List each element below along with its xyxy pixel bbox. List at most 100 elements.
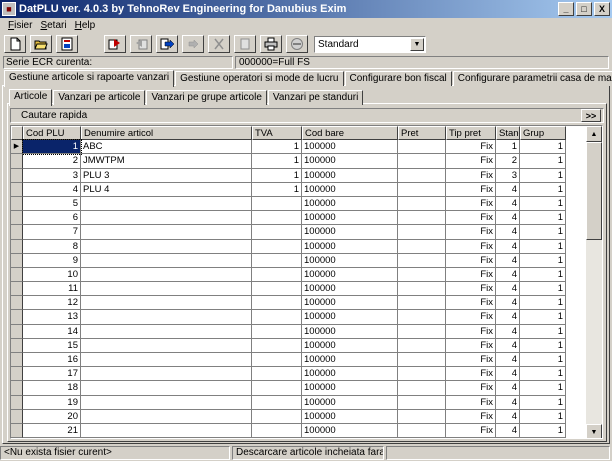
table-row[interactable]: 2 JMWTPM 1 100000 Fix 2 1 <box>11 154 588 169</box>
cell-tva[interactable] <box>252 324 302 339</box>
close-button[interactable]: X <box>594 2 610 16</box>
cell-pret[interactable] <box>398 196 446 212</box>
table-row[interactable]: 3 PLU 3 1 100000 Fix 3 1 <box>11 168 588 183</box>
cell-cod-bare[interactable]: 100000 <box>302 409 398 424</box>
cell-pret[interactable] <box>398 267 446 283</box>
cell-tva[interactable] <box>252 253 302 268</box>
cell-grup[interactable]: 1 <box>520 409 566 424</box>
cell-tip-pret[interactable]: Fix <box>446 423 496 438</box>
cell-stand[interactable]: 4 <box>496 353 520 368</box>
cell-grup[interactable]: 1 <box>520 381 566 396</box>
cell-denumire[interactable] <box>81 395 252 410</box>
cell-pret[interactable] <box>398 239 446 254</box>
cell-tip-pret[interactable]: Fix <box>446 253 496 268</box>
cell-stand[interactable]: 2 <box>496 154 520 169</box>
cell-tip-pret[interactable]: Fix <box>446 196 496 212</box>
col-header-stand[interactable]: Stand <box>496 126 520 141</box>
table-row[interactable]: 15 100000 Fix 4 1 <box>11 338 588 353</box>
row-selector[interactable] <box>11 423 23 438</box>
scroll-down-icon[interactable]: ▼ <box>586 424 602 438</box>
cell-tip-pret[interactable]: Fix <box>446 168 496 183</box>
mode-select[interactable]: Standard ▼ <box>314 35 426 53</box>
cell-cod-bare[interactable]: 100000 <box>302 338 398 353</box>
row-selector[interactable] <box>11 353 23 368</box>
app-icon[interactable]: ■ <box>2 2 16 16</box>
cell-pret[interactable] <box>398 338 446 353</box>
cell-tip-pret[interactable]: Fix <box>446 140 496 155</box>
expand-search-button[interactable]: >> <box>581 109 601 122</box>
cell-grup[interactable]: 1 <box>520 338 566 353</box>
cell-grup[interactable]: 1 <box>520 282 566 297</box>
scroll-thumb[interactable] <box>586 142 602 240</box>
row-selector[interactable] <box>11 154 23 169</box>
row-selector[interactable] <box>11 182 23 197</box>
cell-tva[interactable] <box>252 211 302 226</box>
cell-tip-pret[interactable]: Fix <box>446 324 496 339</box>
cell-cod-plu[interactable]: 5 <box>23 196 81 212</box>
cell-cod-bare[interactable]: 100000 <box>302 324 398 339</box>
cell-cod-bare[interactable]: 100000 <box>302 423 398 438</box>
upload-articles-button[interactable] <box>130 35 152 53</box>
cell-pret[interactable] <box>398 225 446 240</box>
cell-pret[interactable] <box>398 296 446 311</box>
cell-tva[interactable]: 1 <box>252 168 302 183</box>
row-selector[interactable] <box>11 310 23 325</box>
cell-tip-pret[interactable]: Fix <box>446 409 496 424</box>
cell-pret[interactable] <box>398 395 446 410</box>
cell-grup[interactable]: 1 <box>520 310 566 325</box>
cell-tva[interactable]: 1 <box>252 182 302 197</box>
cell-pret[interactable] <box>398 154 446 169</box>
table-row[interactable]: 18 100000 Fix 4 1 <box>11 381 588 396</box>
cell-cod-bare[interactable]: 100000 <box>302 140 398 155</box>
cell-stand[interactable]: 4 <box>496 211 520 226</box>
cell-pret[interactable] <box>398 324 446 339</box>
row-selector[interactable] <box>11 196 23 212</box>
cell-cod-bare[interactable]: 100000 <box>302 211 398 226</box>
cell-tip-pret[interactable]: Fix <box>446 239 496 254</box>
cell-denumire[interactable] <box>81 239 252 254</box>
cell-stand[interactable]: 4 <box>496 395 520 410</box>
cell-cod-bare[interactable]: 100000 <box>302 267 398 283</box>
cell-cod-plu[interactable]: 9 <box>23 253 81 268</box>
table-row[interactable]: 5 100000 Fix 4 1 <box>11 196 588 212</box>
tab-configurare-bon[interactable]: Configurare bon fiscal <box>344 71 452 86</box>
cell-tva[interactable] <box>252 310 302 325</box>
cell-cod-plu[interactable]: 15 <box>23 338 81 353</box>
cell-tip-pret[interactable]: Fix <box>446 395 496 410</box>
col-header-tva[interactable]: TVA <box>252 126 302 141</box>
cell-stand[interactable]: 4 <box>496 253 520 268</box>
cell-grup[interactable]: 1 <box>520 239 566 254</box>
cell-cod-bare[interactable]: 100000 <box>302 367 398 382</box>
table-row[interactable]: 11 100000 Fix 4 1 <box>11 282 588 297</box>
table-row[interactable]: 14 100000 Fix 4 1 <box>11 324 588 339</box>
cell-denumire[interactable] <box>81 310 252 325</box>
cell-tip-pret[interactable]: Fix <box>446 310 496 325</box>
cell-tva[interactable] <box>252 239 302 254</box>
cell-pret[interactable] <box>398 253 446 268</box>
cell-tva[interactable] <box>252 395 302 410</box>
row-selector[interactable] <box>11 211 23 226</box>
table-row[interactable]: 20 100000 Fix 4 1 <box>11 409 588 424</box>
cell-cod-plu[interactable]: 3 <box>23 168 81 183</box>
cell-stand[interactable]: 4 <box>496 282 520 297</box>
receive-button[interactable] <box>182 35 204 53</box>
tab-gestiune-articole[interactable]: Gestiune articole si rapoarte vanzari <box>4 70 175 87</box>
table-row[interactable]: 7 100000 Fix 4 1 <box>11 225 588 240</box>
cell-tva[interactable] <box>252 296 302 311</box>
table-row[interactable]: 9 100000 Fix 4 1 <box>11 253 588 268</box>
chevron-down-icon[interactable]: ▼ <box>410 37 424 51</box>
cell-pret[interactable] <box>398 367 446 382</box>
cell-grup[interactable]: 1 <box>520 395 566 410</box>
cell-cod-plu[interactable]: 16 <box>23 353 81 368</box>
cell-cod-bare[interactable]: 100000 <box>302 395 398 410</box>
settings-button[interactable] <box>286 35 308 53</box>
download-articles-button[interactable] <box>104 35 126 53</box>
cell-cod-bare[interactable]: 100000 <box>302 296 398 311</box>
cell-tva[interactable] <box>252 423 302 438</box>
table-row[interactable]: 8 100000 Fix 4 1 <box>11 239 588 254</box>
cell-tva[interactable] <box>252 338 302 353</box>
cell-tva[interactable] <box>252 367 302 382</box>
cell-stand[interactable]: 4 <box>496 338 520 353</box>
table-row[interactable]: 16 100000 Fix 4 1 <box>11 353 588 368</box>
cell-denumire[interactable]: PLU 4 <box>81 182 252 197</box>
